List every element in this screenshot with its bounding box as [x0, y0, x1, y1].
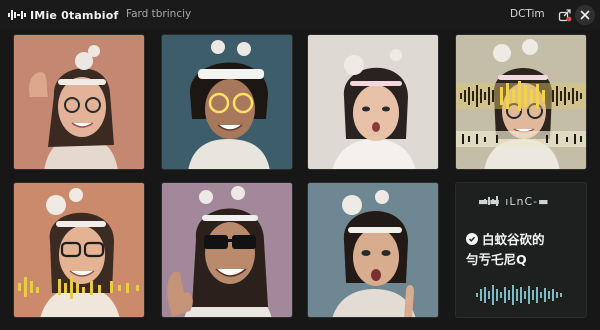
- share-icon: [558, 9, 572, 22]
- participant-photo: [162, 183, 292, 317]
- app-subtitle: Fard tbrinciy: [126, 8, 192, 20]
- participant-photo: [162, 35, 292, 169]
- video-tile-5[interactable]: [13, 182, 145, 318]
- video-tile-3[interactable]: [307, 34, 439, 170]
- video-tile-4[interactable]: [455, 34, 587, 170]
- video-tile-6[interactable]: [161, 182, 293, 318]
- close-button[interactable]: [575, 5, 595, 25]
- waveform-logo-icon: [8, 10, 26, 20]
- panel-header-label: ▬▬ ıLnC-▬: [478, 195, 550, 208]
- check-icon: [466, 232, 478, 245]
- caption-text-2: 勻亐乇尼Q: [466, 252, 527, 267]
- title-bar: IMie 0tambiof Fard tbrinciy DCTim: [0, 0, 600, 30]
- participant-photo: [308, 183, 438, 317]
- app-title: IMie 0tambiof: [30, 8, 119, 22]
- video-tile-7[interactable]: [307, 182, 439, 318]
- share-button[interactable]: [555, 5, 575, 25]
- close-icon: [580, 10, 590, 20]
- participant-photo: [456, 35, 586, 169]
- session-status: DCTim: [510, 8, 545, 20]
- caption-text-1: 白蚊谷砍的: [482, 232, 545, 247]
- participant-photo: [14, 35, 144, 169]
- video-tile-1[interactable]: [13, 34, 145, 170]
- caption-panel: ▬▬ ıLnC-▬ 白蚊谷砍的 勻亐乇尼Q: [455, 182, 587, 318]
- app-brand: IMie 0tambiof: [8, 7, 118, 23]
- video-tile-2[interactable]: [161, 34, 293, 170]
- participant-photo: [308, 35, 438, 169]
- caption-line-2: 勻亐乇尼Q: [466, 249, 527, 268]
- participant-photo: [14, 183, 144, 317]
- caption-line-1: 白蚊谷砍的: [466, 229, 545, 248]
